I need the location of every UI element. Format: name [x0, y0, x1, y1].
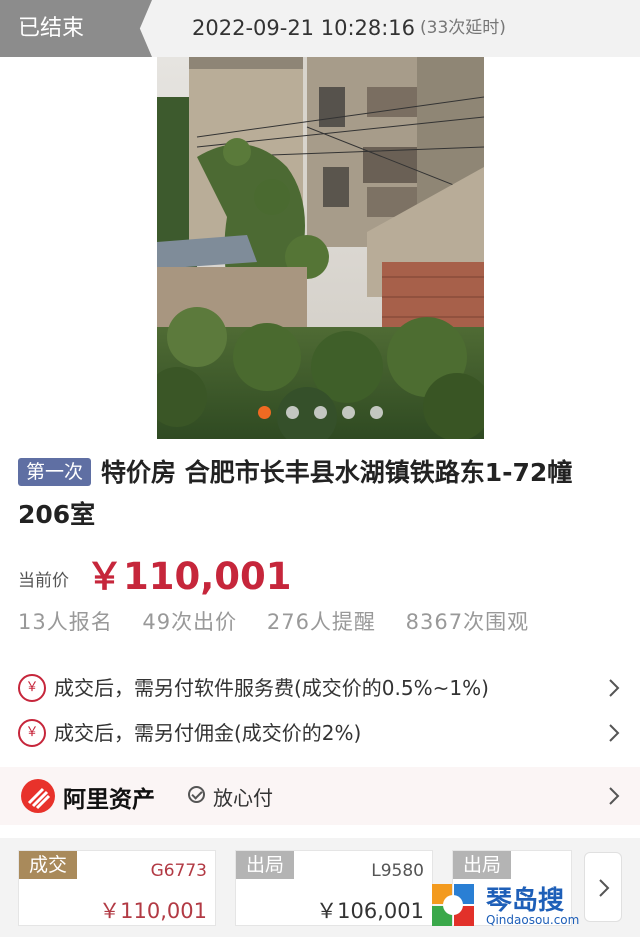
site-watermark: 琴岛搜 Qindaosou.com: [430, 880, 590, 930]
bid-status-tag: 出局: [453, 851, 512, 879]
stat-bids: 49次出价: [142, 610, 238, 634]
carousel-dot-1[interactable]: [258, 406, 271, 419]
property-photo[interactable]: [157, 57, 484, 439]
yen-icon: ￥: [18, 719, 46, 747]
current-price: ￥110,001: [86, 555, 292, 598]
carousel-dot-4[interactable]: [342, 406, 355, 419]
watermark-name: 琴岛搜: [486, 886, 565, 916]
end-time: 2022-09-21 10:28:16: [192, 16, 416, 40]
price-label: 当前价: [18, 571, 69, 591]
commission-notice[interactable]: ￥ 成交后，需另付佣金(成交价的2%): [18, 713, 624, 753]
bid-status-tag: 出局: [236, 851, 295, 879]
notice-text: 成交后，需另付佣金(成交价的2%): [54, 721, 362, 745]
ali-assets-logo: [21, 779, 55, 813]
stat-registrations: 13人报名: [18, 610, 113, 634]
stat-reminders: 276人提醒: [266, 610, 376, 634]
chevron-right-icon: [609, 787, 620, 805]
bidder-code: L9580: [371, 861, 424, 881]
bid-amount: ￥110,001: [99, 899, 207, 923]
chevron-right-icon: [599, 879, 610, 897]
chevron-right-icon: [609, 679, 620, 697]
platform-name: 阿里资产: [63, 787, 155, 813]
service-fee-notice[interactable]: ￥ 成交后，需另付软件服务费(成交价的0.5%~1%): [18, 668, 624, 708]
assurance-label: 放心付: [213, 786, 273, 810]
watermark-logo-icon: [432, 884, 474, 926]
round-badge: 第一次: [18, 458, 92, 486]
platform-bar[interactable]: 阿里资产 放心付: [0, 767, 640, 825]
lot-title: 特价房 合肥市长丰县水湖镇铁路东1-72幢206室: [18, 458, 573, 529]
status-label: 已结束: [0, 0, 152, 57]
photo-carousel[interactable]: [0, 57, 640, 439]
lot-title-block: 第一次 特价房 合肥市长丰县水湖镇铁路东1-72幢206室: [18, 452, 618, 536]
bid-record-card[interactable]: 成交 G6773 ￥110,001: [18, 850, 216, 926]
notice-text: 成交后，需另付软件服务费(成交价的0.5%~1%): [54, 676, 489, 700]
delay-count: (33次延时): [420, 18, 506, 38]
stat-views: 8367次围观: [405, 610, 530, 634]
carousel-dot-3[interactable]: [314, 406, 327, 419]
yen-icon: ￥: [18, 674, 46, 702]
watermark-url: Qindaosou.com: [486, 913, 580, 927]
auction-stats: 13人报名 49次出价 276人提醒 8367次围观: [18, 606, 551, 636]
carousel-dot-5[interactable]: [370, 406, 383, 419]
bid-amount: ￥106,001: [316, 899, 424, 923]
bid-record-card[interactable]: 出局 L9580 ￥106,001: [235, 850, 433, 926]
carousel-dot-2[interactable]: [286, 406, 299, 419]
auction-status-bar: 已结束 2022-09-21 10:28:16 (33次延时): [0, 0, 640, 57]
bid-status-tag: 成交: [19, 851, 78, 879]
chevron-right-icon: [609, 724, 620, 742]
carousel-indicators: [157, 406, 484, 419]
bidder-code: G6773: [150, 861, 207, 881]
check-circle-icon: [188, 786, 205, 803]
